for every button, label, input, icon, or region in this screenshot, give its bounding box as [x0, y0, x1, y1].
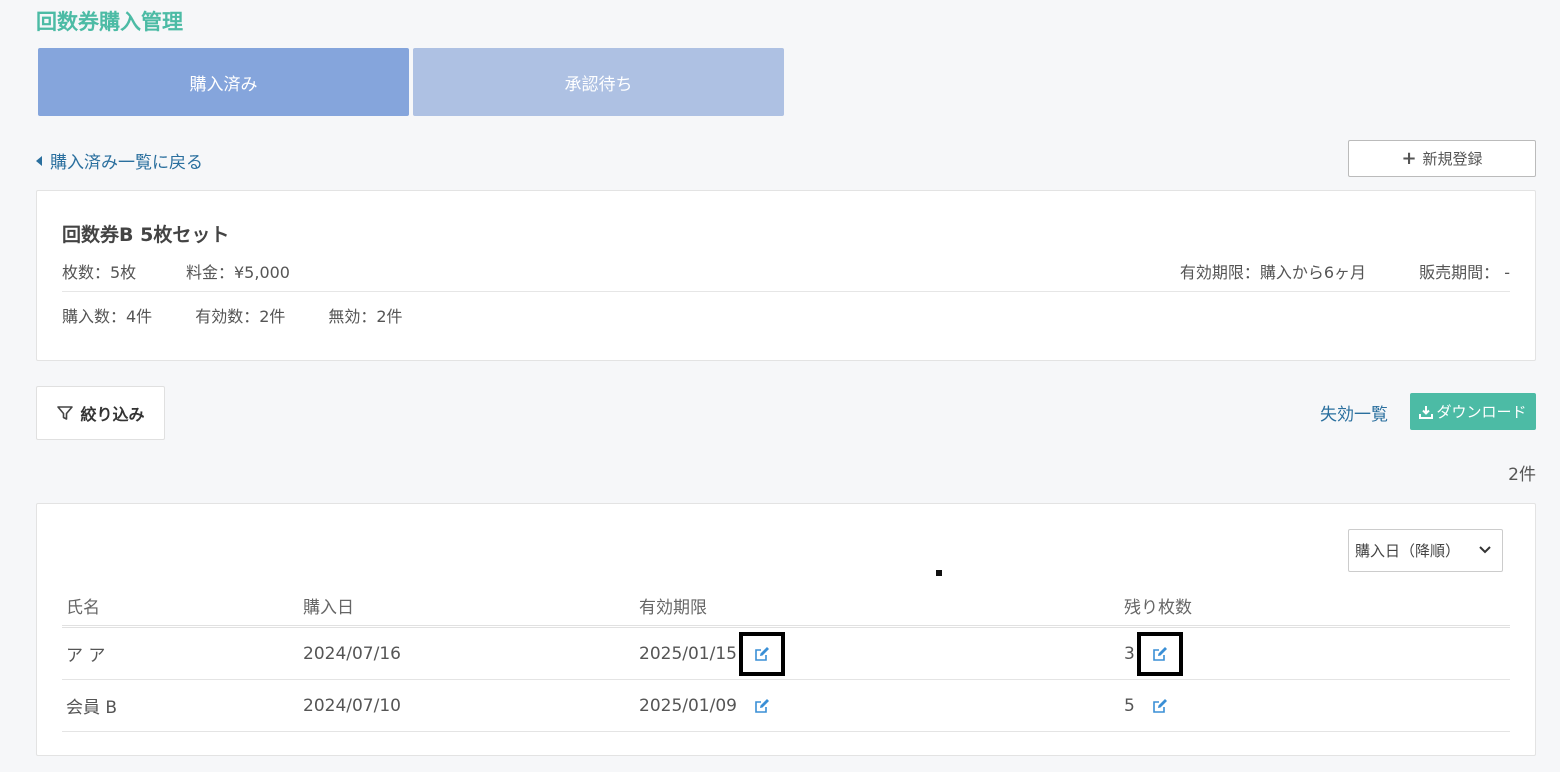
download-icon: [1419, 405, 1434, 419]
row-purchase-date: 2024/07/10: [303, 695, 401, 716]
purchase-table: 氏名 購入日 有効期限 残り枚数 ア ア 2024/07/16 2025/01/…: [62, 586, 1510, 732]
row-remaining: 5: [1124, 695, 1135, 716]
tab-pending-approval[interactable]: 承認待ち: [413, 48, 784, 116]
table-row: 会員 B 2024/07/10 2025/01/09 5: [62, 680, 1510, 732]
invalid-count: 無効：2件: [328, 307, 403, 326]
download-button[interactable]: ダウンロード: [1410, 393, 1536, 430]
cursor-dot: [936, 570, 942, 576]
row-expiry: 2025/01/15: [639, 643, 737, 664]
row-remaining-cell: 5: [1124, 680, 1183, 731]
row-name: 会員 B: [66, 698, 118, 718]
page-title: 回数券購入管理: [36, 10, 183, 34]
filter-icon: [57, 406, 74, 420]
edit-remaining-button[interactable]: [1137, 684, 1183, 728]
tab-purchased[interactable]: 購入済み: [38, 48, 409, 116]
table-row: ア ア 2024/07/16 2025/01/15 3: [62, 628, 1510, 680]
tab-bar: 購入済み 承認待ち: [38, 48, 784, 116]
card-divider: [62, 291, 1510, 292]
sort-selected-value: 購入日（降順）: [1355, 542, 1461, 560]
edit-icon: [1153, 646, 1167, 661]
row-expiry-cell: 2025/01/15: [639, 628, 785, 679]
header-remaining: 残り枚数: [1124, 598, 1192, 618]
edit-icon: [755, 698, 769, 713]
row-remaining-cell: 3: [1124, 628, 1183, 679]
download-label: ダウンロード: [1436, 403, 1527, 421]
edit-remaining-button[interactable]: [1136, 631, 1183, 676]
back-to-list-link[interactable]: 購入済み一覧に戻る: [36, 148, 203, 173]
chevron-down-icon: [1479, 546, 1491, 554]
header-expiry: 有効期限: [639, 598, 707, 618]
ticket-validity: 有効期限：購入から6ヶ月: [1179, 263, 1366, 282]
edit-icon: [1153, 698, 1167, 713]
row-name: ア ア: [66, 646, 106, 666]
new-registration-button[interactable]: + 新規登録: [1348, 140, 1536, 177]
expired-list-link[interactable]: 失効一覧: [1320, 400, 1388, 425]
edit-expiry-button[interactable]: [739, 684, 785, 728]
ticket-count: 枚数：5枚: [62, 263, 137, 282]
plus-icon: +: [1401, 147, 1417, 169]
row-expiry-cell: 2025/01/09: [639, 680, 785, 731]
ticket-name: 回数券B 5枚セット: [62, 224, 230, 246]
back-link-label: 購入済み一覧に戻る: [50, 153, 203, 173]
filter-button[interactable]: 絞り込み: [36, 386, 165, 440]
filter-label: 絞り込み: [80, 405, 145, 424]
new-registration-label: 新規登録: [1422, 150, 1483, 168]
valid-count: 有効数：2件: [195, 307, 286, 326]
caret-left-icon: [36, 155, 42, 166]
row-purchase-date: 2024/07/16: [303, 643, 401, 664]
ticket-sale-period: 販売期間： -: [1419, 263, 1510, 282]
result-count: 2件: [1508, 465, 1536, 485]
ticket-price: 料金：¥5,000: [186, 263, 290, 282]
edit-expiry-button[interactable]: [738, 631, 785, 676]
header-name: 氏名: [66, 598, 100, 618]
row-remaining: 3: [1124, 643, 1135, 664]
purchase-list-card: 購入日（降順） 氏名 購入日 有効期限 残り枚数 ア ア 2024/07/16 …: [36, 503, 1536, 756]
sort-select[interactable]: 購入日（降順）: [1348, 529, 1503, 572]
table-header-row: 氏名 購入日 有効期限 残り枚数: [62, 586, 1510, 628]
header-purchase-date: 購入日: [303, 598, 354, 618]
row-expiry: 2025/01/09: [639, 695, 737, 716]
ticket-info-card: 回数券B 5枚セット 枚数：5枚 料金：¥5,000 有効期限：購入から6ヶ月 …: [36, 190, 1536, 361]
purchase-count: 購入数：4件: [62, 307, 153, 326]
edit-icon: [755, 646, 769, 661]
